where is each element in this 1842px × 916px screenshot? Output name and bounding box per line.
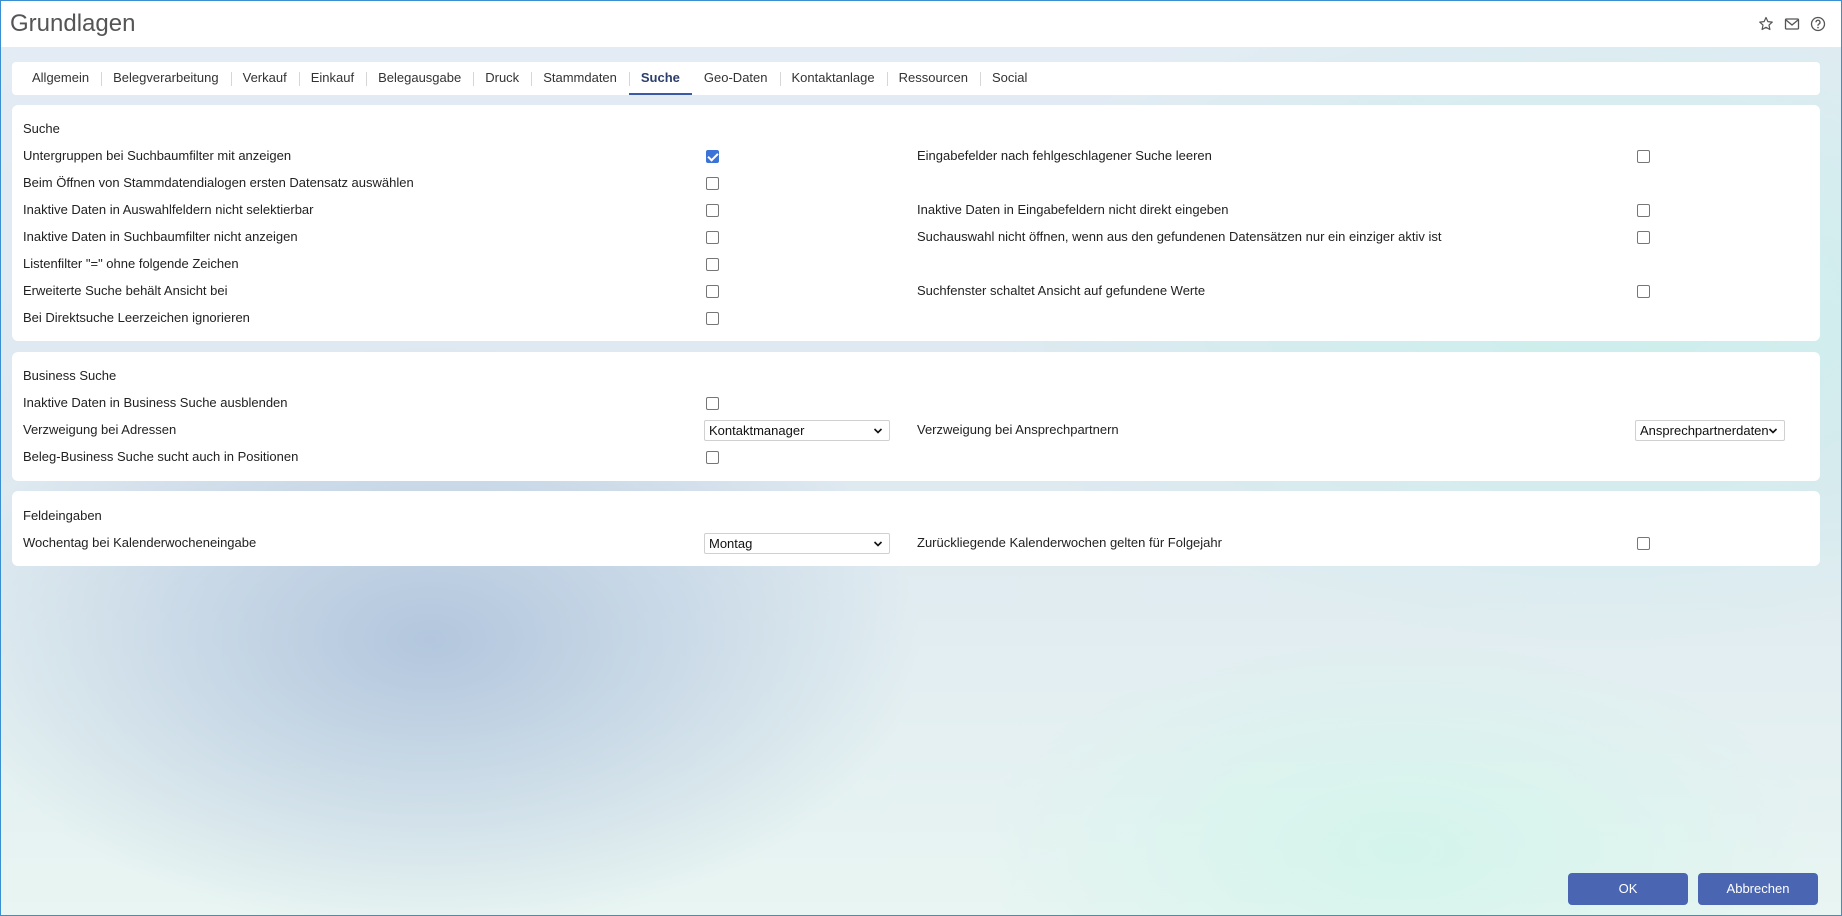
- ansprech-select-value: Ansprechpartnerdaten: [1640, 423, 1769, 438]
- tab-bar: Allgemein Belegverarbeitung Verkauf Einkauf…: [12, 62, 1820, 95]
- panel-business-suche: Business Suche Inaktive Daten in Busines…: [12, 352, 1820, 481]
- suche-left-checkbox[interactable]: [706, 204, 719, 217]
- suche-right-checkbox[interactable]: [1637, 231, 1650, 244]
- suche-left-checkbox[interactable]: [706, 285, 719, 298]
- title-bar: Grundlagen: [1, 1, 1841, 47]
- adressen-select-value: Kontaktmanager: [709, 423, 805, 438]
- kw-label: Zurückliegende Kalenderwochen gelten für…: [917, 535, 1222, 550]
- suche-left-checkbox[interactable]: [706, 258, 719, 271]
- suche-left-checkbox[interactable]: [706, 177, 719, 190]
- wochentag-select-value: Montag: [709, 536, 753, 551]
- adressen-label: Verzweigung bei Adressen: [23, 422, 177, 437]
- tab-stammdaten[interactable]: Stammdaten: [531, 62, 629, 95]
- chevron-down-icon: [1768, 428, 1778, 434]
- suche-right-label: Suchauswahl nicht öffnen, wenn aus den g…: [917, 229, 1442, 244]
- suche-right-checkbox[interactable]: [1637, 204, 1650, 217]
- star-icon[interactable]: [1757, 15, 1775, 33]
- positionen-label: Beleg-Business Suche sucht auch in Posit…: [23, 449, 299, 464]
- suche-left-checkbox[interactable]: [706, 150, 719, 163]
- tab-allgemein[interactable]: Allgemein: [20, 62, 101, 95]
- section-title-business: Business Suche: [23, 368, 117, 383]
- tab-kontaktanlage[interactable]: Kontaktanlage: [779, 62, 887, 95]
- business-inactive-checkbox[interactable]: [706, 397, 719, 410]
- wochentag-label: Wochentag bei Kalenderwocheneingabe: [23, 535, 257, 550]
- adressen-select[interactable]: Kontaktmanager: [704, 420, 890, 441]
- suche-right-checkbox[interactable]: [1637, 150, 1650, 163]
- suche-left-label: Beim Öffnen von Stammdatendialogen erste…: [23, 175, 414, 190]
- suche-left-label: Erweiterte Suche behält Ansicht bei: [23, 283, 228, 298]
- tab-verkauf[interactable]: Verkauf: [230, 62, 299, 95]
- suche-left-label: Listenfilter "=" ohne folgende Zeichen: [23, 256, 239, 271]
- tab-belegverarbeitung[interactable]: Belegverarbeitung: [101, 62, 231, 95]
- kw-checkbox[interactable]: [1637, 537, 1650, 550]
- suche-right-label: Eingabefelder nach fehlgeschlagener Such…: [917, 148, 1212, 163]
- tab-einkauf[interactable]: Einkauf: [298, 62, 366, 95]
- panel-suche: Suche Untergruppen bei Suchbaumfilter mi…: [12, 105, 1820, 341]
- title-icons: [1757, 15, 1827, 33]
- cancel-button[interactable]: Abbrechen: [1698, 873, 1818, 905]
- help-icon[interactable]: [1809, 15, 1827, 33]
- suche-left-label: Inaktive Daten in Auswahlfeldern nicht s…: [23, 202, 314, 217]
- tab-social[interactable]: Social: [980, 62, 1039, 95]
- tab-ressourcen[interactable]: Ressourcen: [886, 62, 980, 95]
- suche-right-label: Inaktive Daten in Eingabefeldern nicht d…: [917, 202, 1229, 217]
- tab-druck[interactable]: Druck: [473, 62, 531, 95]
- chevron-down-icon: [873, 428, 883, 434]
- panel-feldeingaben: Feldeingaben Wochentag bei Kalenderwoche…: [12, 491, 1820, 566]
- wochentag-select[interactable]: Montag: [704, 533, 890, 554]
- suche-left-label: Bei Direktsuche Leerzeichen ignorieren: [23, 310, 250, 325]
- mail-icon[interactable]: [1783, 15, 1801, 33]
- suche-left-checkbox[interactable]: [706, 231, 719, 244]
- ok-button[interactable]: OK: [1568, 873, 1688, 905]
- section-title-suche: Suche: [23, 121, 60, 136]
- page-title: Grundlagen: [10, 10, 136, 37]
- tab-geo-daten[interactable]: Geo-Daten: [692, 62, 780, 95]
- section-title-feld: Feldeingaben: [23, 508, 102, 523]
- suche-left-label: Inaktive Daten in Suchbaumfilter nicht a…: [23, 229, 298, 244]
- business-inactive-label: Inaktive Daten in Business Suche ausblen…: [23, 395, 288, 410]
- ansprech-label: Verzweigung bei Ansprechpartnern: [917, 422, 1119, 437]
- suche-right-label: Suchfenster schaltet Ansicht auf gefunde…: [917, 283, 1206, 298]
- chevron-down-icon: [873, 541, 883, 547]
- tab-belegausgabe[interactable]: Belegausgabe: [366, 62, 473, 95]
- suche-right-checkbox[interactable]: [1637, 285, 1650, 298]
- ansprech-select[interactable]: Ansprechpartnerdaten: [1635, 420, 1785, 441]
- tab-suche[interactable]: Suche: [628, 62, 692, 95]
- positionen-checkbox[interactable]: [706, 451, 719, 464]
- suche-left-checkbox[interactable]: [706, 312, 719, 325]
- suche-left-label: Untergruppen bei Suchbaumfilter mit anze…: [23, 148, 292, 163]
